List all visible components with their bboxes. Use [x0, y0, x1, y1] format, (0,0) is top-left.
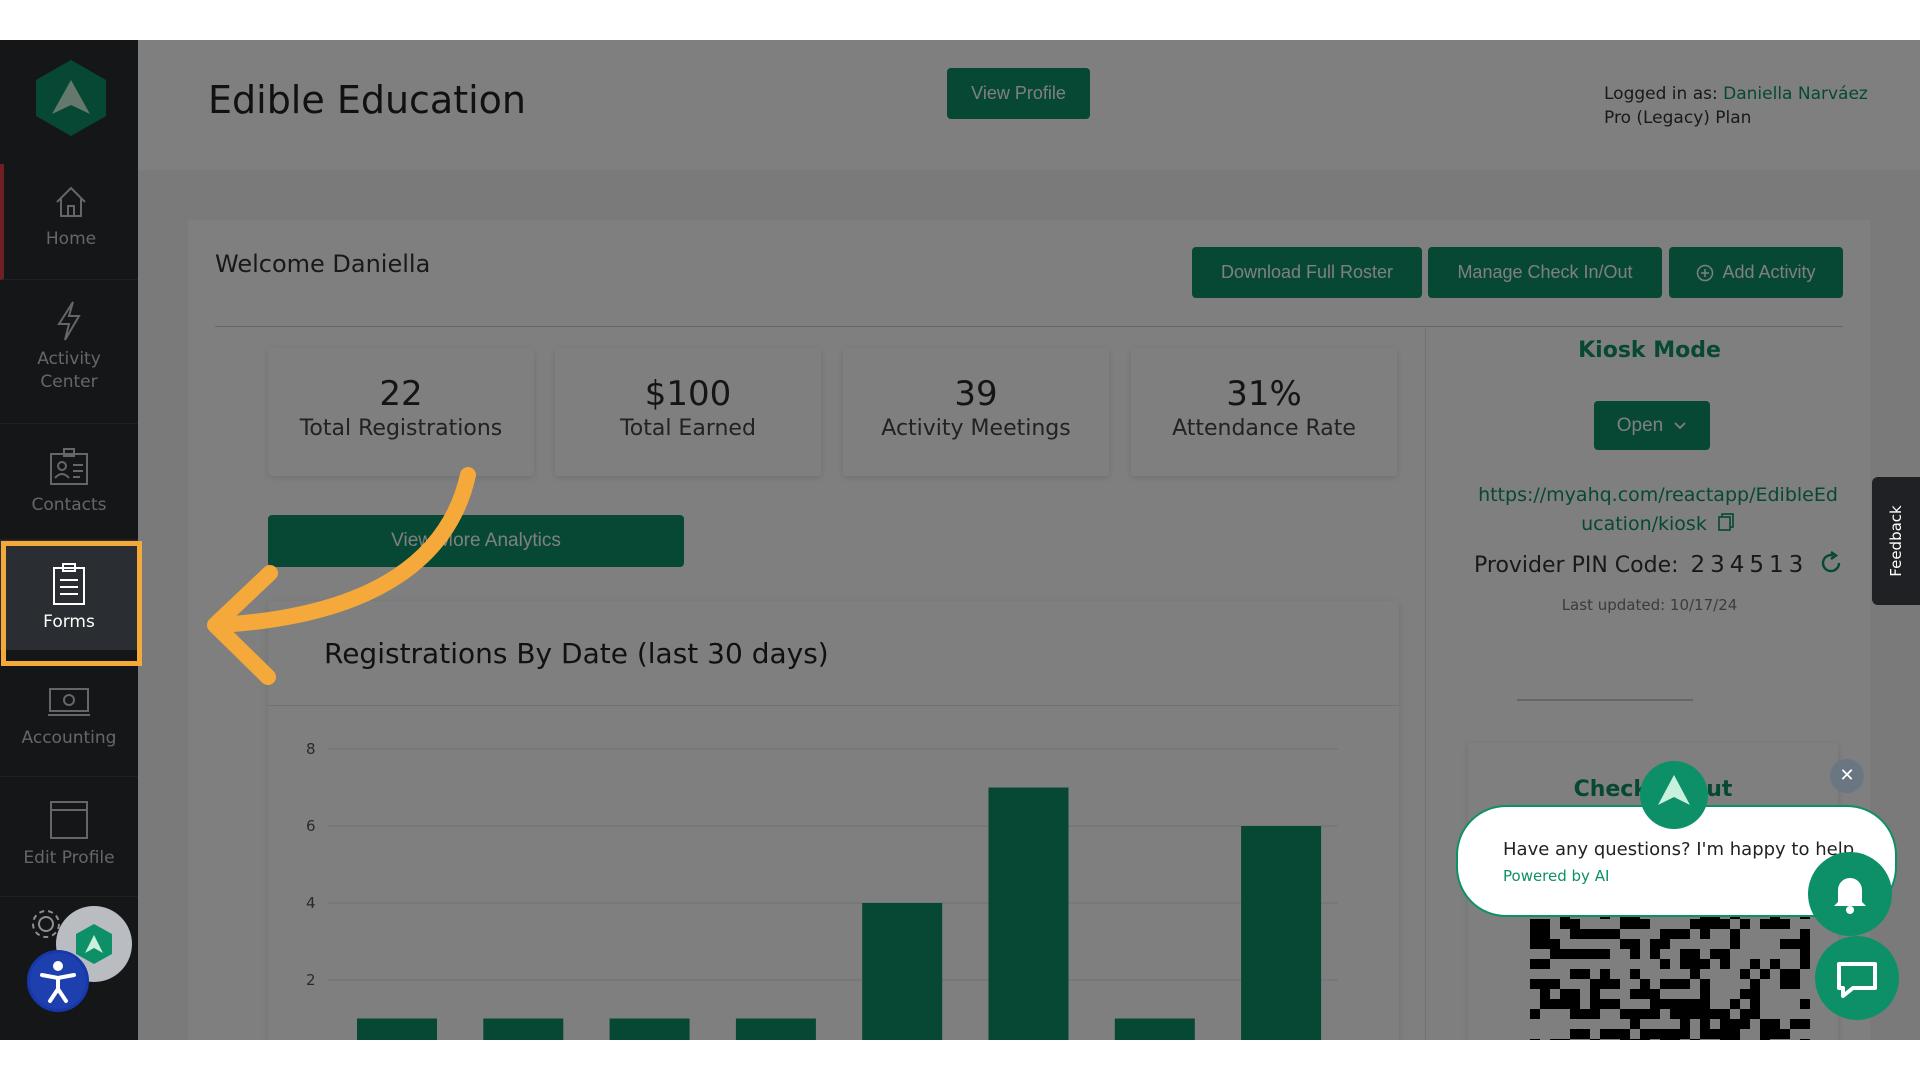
chat-avatar — [1640, 761, 1708, 829]
chat-message: Have any questions? I'm happy to help. — [1503, 839, 1860, 860]
notifications-button[interactable] — [1808, 852, 1892, 936]
pointer-arrow-icon — [207, 467, 476, 685]
chat-close-button[interactable]: ✕ — [1830, 759, 1864, 793]
app-logo-icon — [1658, 775, 1690, 805]
close-icon: ✕ — [1839, 765, 1855, 786]
bell-icon — [1834, 878, 1866, 914]
message-bubble-icon — [1837, 962, 1877, 998]
feedback-label: Feedback — [1887, 505, 1905, 577]
chat-powered-by: Powered by AI — [1503, 867, 1610, 885]
chat-open-button[interactable] — [1815, 936, 1899, 1020]
accessibility-icon — [40, 961, 76, 1003]
accessibility-button[interactable] — [27, 950, 89, 1012]
feedback-tab[interactable]: Feedback — [1872, 477, 1920, 605]
highlight-box — [1, 541, 142, 666]
